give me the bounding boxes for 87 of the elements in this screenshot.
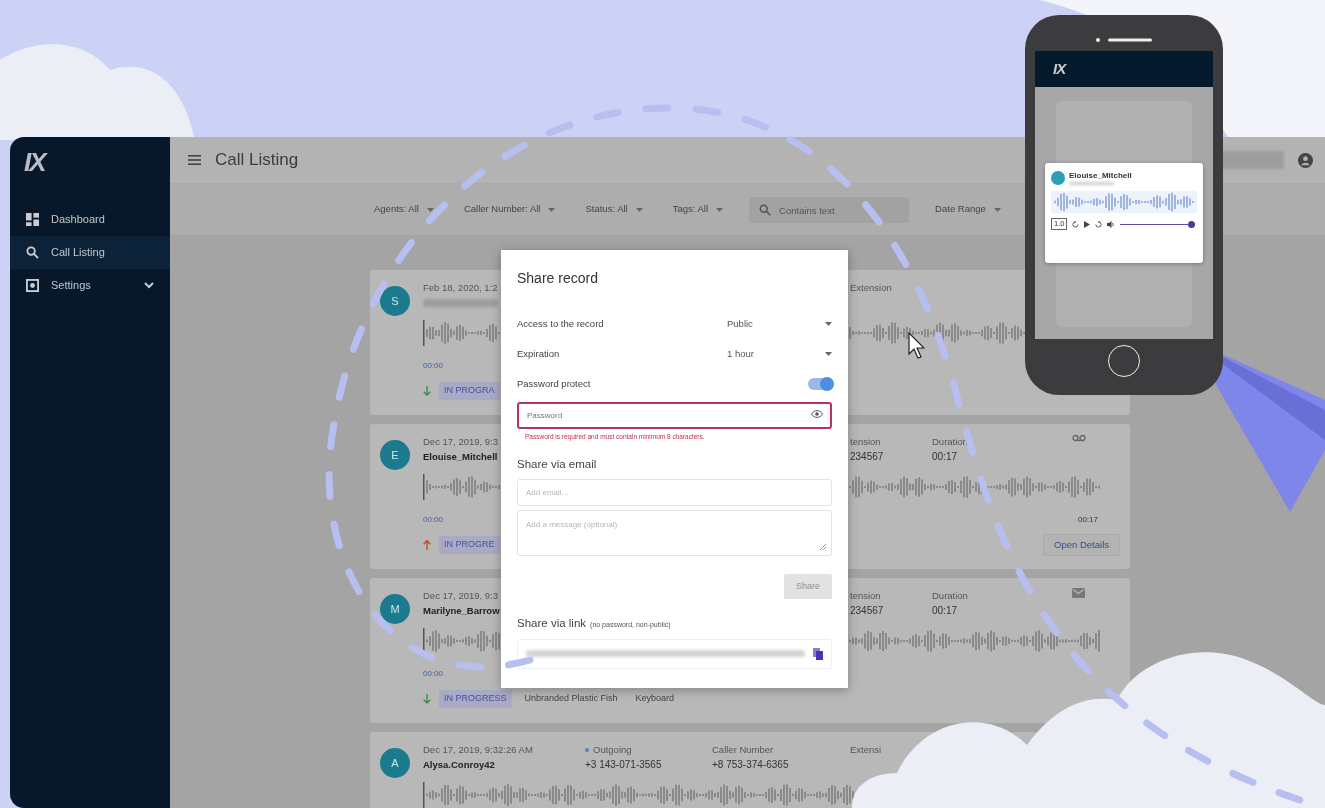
caret-icon [993, 207, 1001, 212]
sidebar-item[interactable]: Dashboard [10, 203, 170, 236]
logo: IX [1053, 60, 1066, 77]
message-field[interactable]: Add a message (optional) [517, 510, 832, 557]
settings-icon [26, 279, 39, 292]
caret-icon [426, 207, 434, 212]
call-date: Feb 18, 2020, 1:2 [423, 281, 498, 295]
play-icon[interactable] [1084, 220, 1091, 228]
rewind-icon[interactable] [1072, 220, 1080, 228]
voicemail-icon [1072, 434, 1086, 442]
caller-name: Elouise_Mitchell [423, 450, 498, 464]
filter-dropdown[interactable]: Date Range [931, 200, 1005, 219]
select-field[interactable]: 1 hour [727, 346, 832, 362]
playback-time: 00:00 [423, 360, 444, 372]
call-date: Dec 17, 2019, 9:3 [423, 435, 498, 449]
field-label: Extension [850, 281, 892, 295]
password-field[interactable]: Password [517, 402, 832, 429]
filter-dropdown[interactable]: Agents: All [370, 200, 438, 219]
caret-icon [825, 322, 832, 326]
filter-dropdown[interactable]: Tags: All [668, 200, 728, 219]
field-label: Caller Number [712, 743, 774, 757]
filter-dropdown[interactable]: Caller Number: All [459, 200, 560, 219]
cursor-icon [908, 332, 925, 359]
field-label: Duration [932, 589, 968, 603]
avatar: E [380, 440, 410, 470]
field-value: 234567 [850, 604, 884, 618]
duration-time: 00:17 [1077, 514, 1098, 526]
field-label: Extensi [850, 743, 882, 757]
sidebar-item[interactable]: Settings [10, 269, 170, 302]
field-value: 234567 [850, 450, 884, 464]
status-tag: IN PROGRE [439, 536, 500, 554]
mail-icon [1072, 588, 1085, 598]
search-icon [26, 246, 39, 259]
select-field[interactable]: Public [727, 316, 832, 332]
resize-grip-icon [820, 544, 826, 551]
link-field[interactable] [517, 638, 832, 669]
tag: Keyboard [630, 690, 680, 708]
eye-icon[interactable] [811, 410, 823, 418]
section-heading: Share via email [517, 457, 598, 472]
copy-icon[interactable] [813, 647, 823, 660]
speaker-icon [1094, 37, 1154, 43]
caret-icon [825, 352, 832, 356]
playback-time: 00:00 [423, 514, 444, 526]
email-field[interactable]: Add email... [517, 479, 832, 507]
status-tag: IN PROGRA [439, 382, 500, 400]
setting-label: Password protect [517, 376, 592, 391]
avatar: M [380, 594, 410, 624]
section-heading: Share via link [517, 616, 587, 632]
forward-icon[interactable] [1095, 220, 1103, 228]
user-icon[interactable] [1298, 152, 1313, 168]
field-value: 00:17 [932, 450, 958, 464]
status-tag: IN PROGRESS [439, 690, 512, 708]
field-label: tension [850, 435, 881, 449]
menu-icon[interactable] [188, 155, 201, 165]
phone-number: +3 143-071-3565 [585, 758, 662, 772]
field-value: 00:17 [932, 604, 958, 618]
search-field[interactable]: Contains text [749, 197, 910, 223]
tag: Unbranded Plastic Fish [519, 690, 623, 708]
volume-icon[interactable] [1107, 220, 1116, 228]
avatar [1051, 170, 1065, 185]
call-date: Dec 17, 2019, 9:32:26 AM [423, 743, 533, 757]
avatar: A [380, 748, 410, 778]
logo: IX [24, 147, 45, 179]
open-details-button[interactable]: Open Details [1043, 533, 1120, 557]
avatar: S [380, 286, 410, 316]
caller-name: Marilyne_Barrow [423, 604, 500, 618]
toggle-switch[interactable] [808, 378, 832, 390]
caller-name: Elouise_Mitchell [1069, 170, 1132, 182]
caret-icon [548, 207, 556, 212]
dot-icon [585, 747, 589, 752]
dialog-title: Share record [517, 269, 599, 288]
filter-dropdown[interactable]: Status: All [581, 200, 647, 219]
search-icon [759, 203, 772, 216]
dashboard-icon [26, 213, 39, 226]
setting-label: Access to the record [517, 316, 605, 331]
field-label: tension [850, 589, 881, 603]
phone-number: +8 753-374-6365 [712, 758, 789, 772]
setting-label: Expiration [517, 346, 561, 361]
caret-icon [716, 207, 724, 212]
caret-icon [635, 207, 643, 212]
caller-name: Alysa.Conroy42 [423, 758, 495, 772]
call-type: Outgoing [593, 743, 632, 757]
field-label: Duration [932, 435, 968, 449]
page-title: Call Listing [215, 149, 299, 172]
sidebar-item[interactable]: Call Listing [10, 236, 170, 269]
playback-time: 00:00 [423, 668, 444, 680]
call-date: Dec 17, 2019, 9:3 [423, 589, 498, 603]
